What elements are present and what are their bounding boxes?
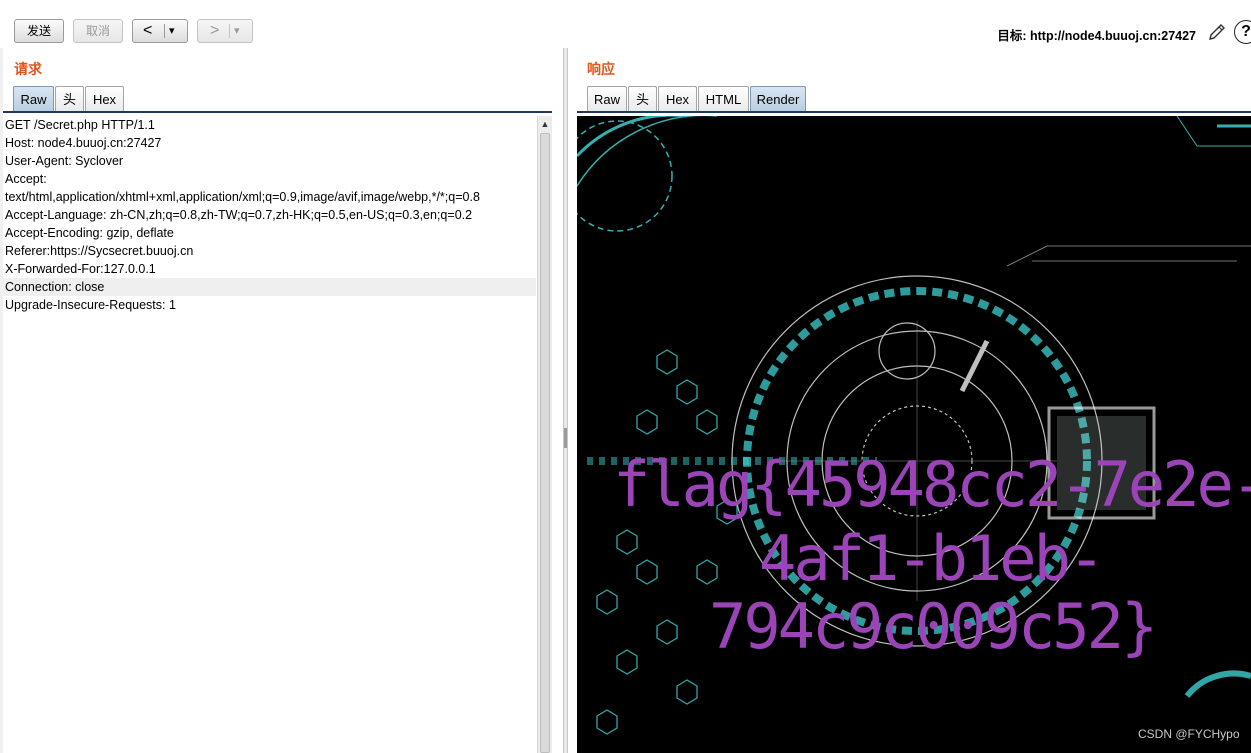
flag-line: 794c9c009c52}	[709, 590, 1158, 663]
send-button[interactable]: 发送	[14, 19, 64, 43]
flag-line: 4af1-b1eb-	[759, 522, 1105, 595]
request-editor[interactable]: GET /Secret.php HTTP/1.1 Host: node4.buu…	[3, 116, 536, 753]
response-tab-html[interactable]: HTML	[698, 86, 749, 112]
request-line: Referer:https://Sycsecret.buuoj.cn	[5, 244, 194, 258]
request-line: Accept:	[5, 172, 47, 186]
request-line: Accept-Encoding: gzip, deflate	[5, 226, 174, 240]
forward-button[interactable]: > ▾	[197, 19, 253, 43]
render-view: flag{45948cc2-7e2e- 4af1-b1eb- 794c9c009…	[577, 116, 1251, 753]
request-line: User-Agent: Syclover	[5, 154, 124, 168]
response-title: 响应	[587, 61, 615, 77]
request-tab-raw[interactable]: Raw	[13, 86, 54, 112]
help-icon[interactable]: ?	[1234, 20, 1251, 44]
back-arrow-icon: <	[143, 22, 153, 39]
response-tab-underline	[577, 111, 1251, 113]
request-line: X-Forwarded-For:127.0.0.1	[5, 262, 156, 276]
back-dropdown-icon[interactable]: ▾	[169, 20, 175, 42]
back-button[interactable]: < ▾	[132, 19, 188, 43]
forward-arrow-icon: >	[210, 22, 220, 39]
response-tab-raw[interactable]: Raw	[587, 86, 627, 112]
request-line: GET /Secret.php HTTP/1.1	[5, 118, 155, 132]
splitter-grip[interactable]	[564, 428, 567, 448]
flag-line: flag{45948cc2-7e2e-	[613, 448, 1251, 521]
nav-separator	[229, 24, 230, 38]
flag-text: flag{45948cc2-7e2e- 4af1-b1eb- 794c9c009…	[577, 116, 1251, 753]
request-scrollbar[interactable]: ▲	[537, 116, 552, 753]
request-line: Host: node4.buuoj.cn:27427	[5, 136, 162, 150]
request-tab-headers[interactable]: 头	[55, 86, 84, 112]
request-line-current: Connection: close	[3, 278, 536, 296]
response-tab-render[interactable]: Render	[750, 86, 806, 112]
scroll-up-arrow-icon[interactable]: ▲	[538, 116, 552, 132]
response-tab-headers[interactable]: 头	[628, 86, 657, 112]
request-title: 请求	[14, 61, 42, 77]
cancel-button[interactable]: 取消	[73, 19, 123, 43]
pencil-icon[interactable]	[1206, 21, 1228, 43]
nav-separator	[164, 24, 165, 38]
forward-dropdown-icon[interactable]: ▾	[234, 20, 240, 42]
request-tab-hex[interactable]: Hex	[85, 86, 124, 112]
toolbar: 发送 取消 < ▾ > ▾ 目标: http://node4.buuoj.cn:…	[0, 0, 1251, 48]
request-line: Upgrade-Insecure-Requests: 1	[5, 298, 176, 312]
response-tab-hex[interactable]: Hex	[658, 86, 697, 112]
request-line: text/html,application/xhtml+xml,applicat…	[5, 190, 480, 204]
target-label: 目标: http://node4.buuoj.cn:27427	[997, 29, 1196, 43]
scroll-thumb[interactable]	[540, 133, 550, 753]
request-line: Accept-Language: zh-CN,zh;q=0.8,zh-TW;q=…	[5, 208, 473, 222]
pane-splitter[interactable]	[563, 48, 568, 753]
watermark: CSDN @FYCHypo	[1138, 727, 1240, 741]
request-tab-underline	[3, 111, 552, 113]
